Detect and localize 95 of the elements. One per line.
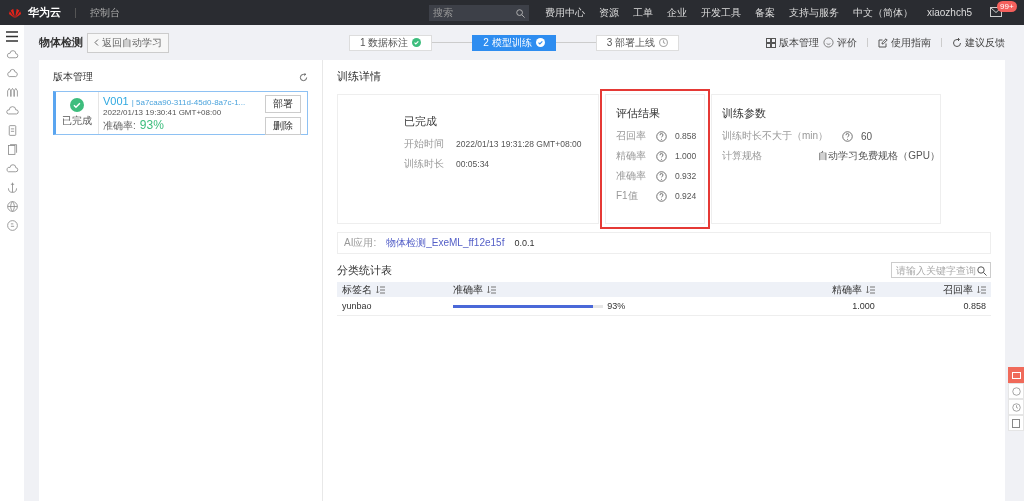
- field-label: 训练时长不大于（min）: [722, 129, 830, 143]
- step-tab[interactable]: 1 数据标注: [349, 34, 433, 51]
- check-circle-icon: [412, 38, 422, 47]
- field-value: 自动学习免费规格（GPU）: [818, 149, 940, 163]
- cloud-icon[interactable]: [5, 48, 19, 61]
- nav-link[interactable]: xiaozhch5: [926, 7, 972, 18]
- version-text: 0.0.1: [514, 238, 535, 248]
- field-value: 2022/01/13 19:31:28 GMT+08:00: [456, 139, 582, 149]
- status-text: 已完成: [62, 115, 92, 128]
- field-value: 00:05:34: [456, 159, 490, 169]
- field-label: 开始时间: [404, 137, 445, 151]
- search-field[interactable]: 搜索: [428, 4, 529, 21]
- card-title: 评估结果: [616, 107, 661, 121]
- clock-icon: [659, 38, 669, 47]
- table-cell: 93%: [607, 301, 626, 311]
- nav-link[interactable]: 备案: [754, 5, 775, 20]
- sort-icon[interactable]: [487, 285, 497, 294]
- help-icon[interactable]: [656, 130, 667, 142]
- back-button[interactable]: 返回自动学习: [87, 32, 169, 53]
- app-link[interactable]: 物体检测_ExeML_ff12e15f: [386, 236, 505, 250]
- toolbar-link[interactable]: 建议反馈: [952, 35, 1005, 50]
- check-circle-icon: [535, 38, 545, 47]
- toolbar-link[interactable]: 评价: [823, 35, 857, 50]
- accuracy-value: 93%: [139, 118, 164, 132]
- action-button[interactable]: 删除: [265, 117, 301, 135]
- field-label: 召回率: [616, 129, 647, 143]
- document-icon[interactable]: [1008, 415, 1024, 431]
- column-header: 标签名: [342, 282, 372, 297]
- section-title: 训练详情: [337, 70, 382, 84]
- columns-icon[interactable]: [5, 86, 19, 99]
- column-header: 准确率: [453, 282, 484, 297]
- sort-icon[interactable]: [865, 285, 875, 294]
- refresh-icon: [952, 37, 962, 48]
- accuracy-label: 准确率:: [103, 119, 136, 133]
- globe-icon[interactable]: [5, 200, 19, 213]
- field-label: 计算规格: [722, 149, 763, 163]
- edit-icon: [878, 37, 888, 48]
- chevron-left-icon: [94, 39, 99, 46]
- toolbar-link[interactable]: 使用指南: [878, 35, 931, 50]
- field-value: 0.858: [675, 131, 697, 141]
- help-icon[interactable]: [842, 130, 853, 142]
- field-label: 训练时长: [404, 157, 445, 171]
- field-value: 0.924: [675, 191, 697, 201]
- help-icon[interactable]: [656, 170, 667, 182]
- help-icon[interactable]: [656, 190, 667, 202]
- sort-icon[interactable]: [977, 285, 986, 294]
- refresh-icon[interactable]: [299, 72, 308, 82]
- field-value: 60: [861, 130, 873, 142]
- notification-badge: 99+: [997, 0, 1017, 12]
- table-cell: yunbao: [337, 297, 449, 316]
- table-cell: 1.000: [852, 301, 875, 311]
- version-time: 2022/01/13 19:30:41 GMT+08:00: [103, 108, 223, 117]
- nav-link[interactable]: 支持与服务: [788, 5, 839, 20]
- help-icon[interactable]: [656, 150, 667, 162]
- nav-link[interactable]: 费用中心: [544, 5, 585, 20]
- table-cell: 0.858: [963, 301, 986, 311]
- version-id: | 5a7caa90-311d-45d0-8a7c-1...: [131, 98, 246, 107]
- search-icon: [515, 8, 525, 18]
- nav-link[interactable]: 资源: [598, 5, 619, 20]
- page-title: 物体检测: [39, 35, 84, 50]
- step-tab[interactable]: 3 部署上线: [595, 34, 680, 51]
- field-value: 0.932: [675, 171, 697, 181]
- document-icon[interactable]: [5, 143, 19, 156]
- card-title: 已完成: [404, 115, 438, 129]
- cloud-icon[interactable]: [5, 105, 19, 118]
- cloud-icon[interactable]: [5, 162, 19, 175]
- circle-icon[interactable]: [5, 219, 19, 232]
- action-button[interactable]: 部署: [265, 95, 301, 113]
- search-icon: [977, 266, 987, 276]
- field-label: F1值: [616, 189, 639, 203]
- version-card[interactable]: 已完成 V001 | 5a7caa90-311d-45d0-8a7c-1... 2022/01/13 19:30:41 GMT+08:00 准确率: 93% 部署 删除: [53, 91, 308, 135]
- column-header: 精确率: [831, 282, 862, 297]
- mail-icon[interactable]: [990, 6, 1002, 17]
- card-title: 训练参数: [722, 107, 767, 121]
- cloud-icon[interactable]: [5, 67, 19, 80]
- search-field[interactable]: 请输入关键字查询: [891, 262, 991, 278]
- console-link[interactable]: 控制台: [90, 5, 120, 20]
- brand-name[interactable]: 华为云: [28, 5, 61, 20]
- nav-link[interactable]: 企业: [666, 5, 687, 20]
- nav-link[interactable]: 中文（简体）: [852, 5, 913, 20]
- section-title: 版本管理: [53, 70, 93, 84]
- field-value: 1.000: [675, 151, 697, 161]
- anchor-icon[interactable]: [5, 181, 19, 194]
- field-label: 准确率: [616, 169, 647, 183]
- sort-icon[interactable]: [376, 285, 385, 294]
- table-title: 分类统计表: [337, 264, 392, 278]
- menu-icon[interactable]: [6, 31, 18, 42]
- field-label: 精确率: [616, 149, 647, 163]
- toolbar-link[interactable]: 版本管理: [766, 35, 819, 50]
- grid-icon: [766, 37, 776, 48]
- nav-link[interactable]: 工单: [632, 5, 653, 20]
- column-header: 召回率: [943, 282, 973, 297]
- clock-icon[interactable]: [1008, 399, 1024, 415]
- nav-link[interactable]: 开发工具: [700, 5, 741, 20]
- field-label: AI应用:: [344, 236, 377, 250]
